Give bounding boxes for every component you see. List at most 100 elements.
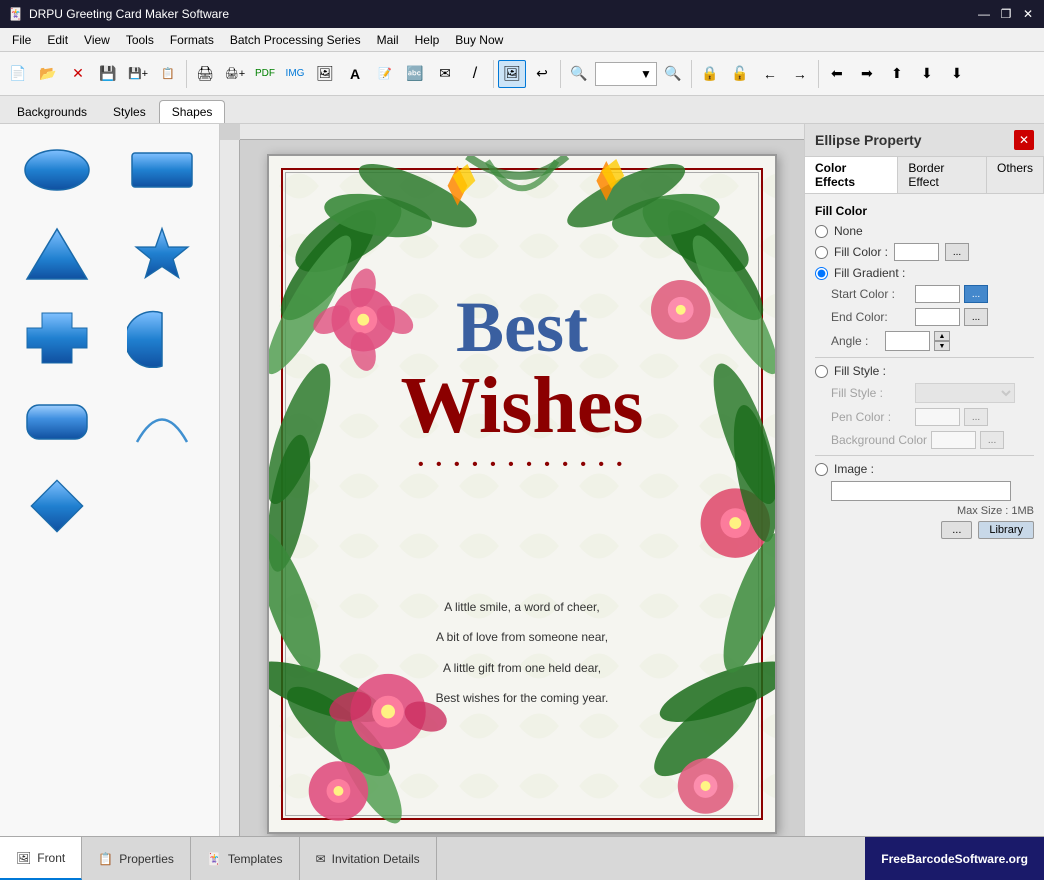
tb-down2[interactable]: ⬇ bbox=[943, 60, 971, 88]
pen-color-label: Pen Color : bbox=[831, 410, 911, 424]
fill-color-browse-button[interactable]: ... bbox=[945, 243, 969, 261]
end-color-swatch[interactable] bbox=[915, 308, 960, 326]
radio-fill-style[interactable] bbox=[815, 365, 828, 378]
tb-down[interactable]: ⬇ bbox=[913, 60, 941, 88]
tb-textbox[interactable]: 📝 bbox=[371, 60, 399, 88]
bottomtab-invitation[interactable]: ✉ Invitation Details bbox=[300, 837, 437, 880]
prop-tab-color-effects[interactable]: Color Effects bbox=[805, 157, 898, 193]
end-color-browse-button[interactable]: ... bbox=[964, 308, 988, 326]
menu-formats[interactable]: Formats bbox=[162, 31, 222, 49]
tb-text[interactable]: A bbox=[341, 60, 369, 88]
radio-row-fill-style: Fill Style : bbox=[815, 364, 1034, 378]
tab-shapes[interactable]: Shapes bbox=[159, 100, 226, 123]
fill-color-swatch[interactable] bbox=[894, 243, 939, 261]
tb-close[interactable]: ✕ bbox=[64, 60, 92, 88]
image-path-input[interactable] bbox=[831, 481, 1011, 501]
radio-fill-color[interactable] bbox=[815, 246, 828, 259]
title-controls[interactable]: — ❐ ✕ bbox=[976, 6, 1036, 22]
tb-zoom-out[interactable]: 🔍 bbox=[659, 60, 687, 88]
bottomtab-front[interactable]: 🖼 Front bbox=[0, 837, 82, 880]
bottomtab-properties[interactable]: 📋 Properties bbox=[82, 837, 191, 880]
fill-style-row: Fill Style : bbox=[831, 383, 1034, 403]
greeting-card[interactable]: Best Wishes • • • • • • • • • • • • A li… bbox=[267, 154, 777, 834]
minimize-button[interactable]: — bbox=[976, 6, 992, 22]
zoom-dropdown-icon[interactable]: ▼ bbox=[640, 67, 652, 81]
zoom-input[interactable]: 125% bbox=[600, 67, 640, 81]
image-browse-button[interactable]: ... bbox=[941, 521, 972, 539]
menu-buynow[interactable]: Buy Now bbox=[447, 31, 511, 49]
tab-backgrounds[interactable]: Backgrounds bbox=[4, 100, 100, 123]
separator2 bbox=[493, 60, 494, 88]
tb-save2[interactable]: 💾+ bbox=[124, 60, 152, 88]
menu-edit[interactable]: Edit bbox=[39, 31, 76, 49]
start-color-swatch[interactable] bbox=[915, 285, 960, 303]
menu-help[interactable]: Help bbox=[407, 31, 448, 49]
tb-symbol[interactable]: 🔤 bbox=[401, 60, 429, 88]
canvas-area[interactable]: Best Wishes • • • • • • • • • • • • A li… bbox=[220, 124, 804, 836]
prop-tab-border-effect[interactable]: Border Effect bbox=[898, 157, 987, 193]
shape-diamond[interactable] bbox=[8, 468, 106, 544]
menu-mail[interactable]: Mail bbox=[369, 31, 407, 49]
tb-zoom-in[interactable]: 🔍 bbox=[565, 60, 593, 88]
start-color-browse-button[interactable]: ... bbox=[964, 285, 988, 303]
prop-close-button[interactable]: ✕ bbox=[1014, 130, 1034, 150]
zoom-box[interactable]: 125% ▼ bbox=[595, 62, 657, 86]
maximize-button[interactable]: ❐ bbox=[998, 6, 1014, 22]
shape-cross[interactable] bbox=[8, 300, 106, 376]
angle-spinners: ▲ ▼ bbox=[934, 331, 950, 351]
tb-save[interactable]: 💾 bbox=[94, 60, 122, 88]
tb-left[interactable]: ⬅ bbox=[823, 60, 851, 88]
tb-unlock[interactable]: 🔓 bbox=[726, 60, 754, 88]
tb-print[interactable]: 🖨 bbox=[191, 60, 219, 88]
shape-rectangle[interactable] bbox=[114, 132, 212, 208]
fill-color-title: Fill Color bbox=[815, 204, 1034, 218]
tab-styles[interactable]: Styles bbox=[100, 100, 159, 123]
separator-line bbox=[815, 357, 1034, 358]
angle-up-button[interactable]: ▲ bbox=[934, 331, 950, 341]
image-library-button[interactable]: Library bbox=[978, 521, 1034, 539]
radio-none[interactable] bbox=[815, 225, 828, 238]
tb-open[interactable]: 📂 bbox=[34, 60, 62, 88]
shape-triangle[interactable] bbox=[8, 216, 106, 292]
close-button[interactable]: ✕ bbox=[1020, 6, 1036, 22]
tb-new[interactable]: 📄 bbox=[4, 60, 32, 88]
toolbar: 📄 📂 ✕ 💾 💾+ 📋 🖨 🖨+ PDF IMG 🖼 A 📝 🔤 ✉ / 🖼 … bbox=[0, 52, 1044, 96]
shape-star[interactable] bbox=[114, 216, 212, 292]
tb-email[interactable]: ✉ bbox=[431, 60, 459, 88]
menu-view[interactable]: View bbox=[76, 31, 118, 49]
angle-down-button[interactable]: ▼ bbox=[934, 341, 950, 351]
tb-img[interactable]: IMG bbox=[281, 60, 309, 88]
tb-image-active[interactable]: 🖼 bbox=[498, 60, 526, 88]
titlebar: 🃏 DRPU Greeting Card Maker Software — ❐ … bbox=[0, 0, 1044, 28]
shape-rounded-rect[interactable] bbox=[8, 384, 106, 460]
label-fill-color: Fill Color : bbox=[834, 245, 888, 259]
fill-style-label: Fill Style : bbox=[831, 386, 911, 400]
bottomtab-templates[interactable]: 🃏 Templates bbox=[191, 837, 300, 880]
tb-up[interactable]: ⬆ bbox=[883, 60, 911, 88]
tb-lock[interactable]: 🔒 bbox=[696, 60, 724, 88]
tb-print2[interactable]: 🖨+ bbox=[221, 60, 249, 88]
shape-pacman[interactable] bbox=[114, 300, 212, 376]
tb-pdf[interactable]: PDF bbox=[251, 60, 279, 88]
separator4 bbox=[691, 60, 692, 88]
tabs-row: Backgrounds Styles Shapes bbox=[0, 96, 1044, 124]
radio-fill-gradient[interactable] bbox=[815, 267, 828, 280]
tb-line[interactable]: / bbox=[461, 60, 489, 88]
menu-tools[interactable]: Tools bbox=[118, 31, 162, 49]
menu-file[interactable]: File bbox=[4, 31, 39, 49]
tb-forward[interactable]: → bbox=[786, 60, 814, 88]
tb-rotate[interactable]: ↩ bbox=[528, 60, 556, 88]
radio-row-fill-color: Fill Color : ... bbox=[815, 243, 1034, 261]
radio-image[interactable] bbox=[815, 463, 828, 476]
tb-back[interactable]: ← bbox=[756, 60, 784, 88]
tb-saveas[interactable]: 📋 bbox=[154, 60, 182, 88]
shape-curve[interactable] bbox=[114, 384, 212, 460]
menu-batch[interactable]: Batch Processing Series bbox=[222, 31, 369, 49]
shape-ellipse[interactable] bbox=[8, 132, 106, 208]
tb-add-img[interactable]: 🖼 bbox=[311, 60, 339, 88]
tb-right[interactable]: ➡ bbox=[853, 60, 881, 88]
prop-tab-others[interactable]: Others bbox=[987, 157, 1044, 193]
angle-input[interactable]: 0 bbox=[885, 331, 930, 351]
branding-text: FreeBarcodeSoftware.org bbox=[881, 852, 1028, 866]
bottombar: 🖼 Front 📋 Properties 🃏 Templates ✉ Invit… bbox=[0, 836, 1044, 880]
